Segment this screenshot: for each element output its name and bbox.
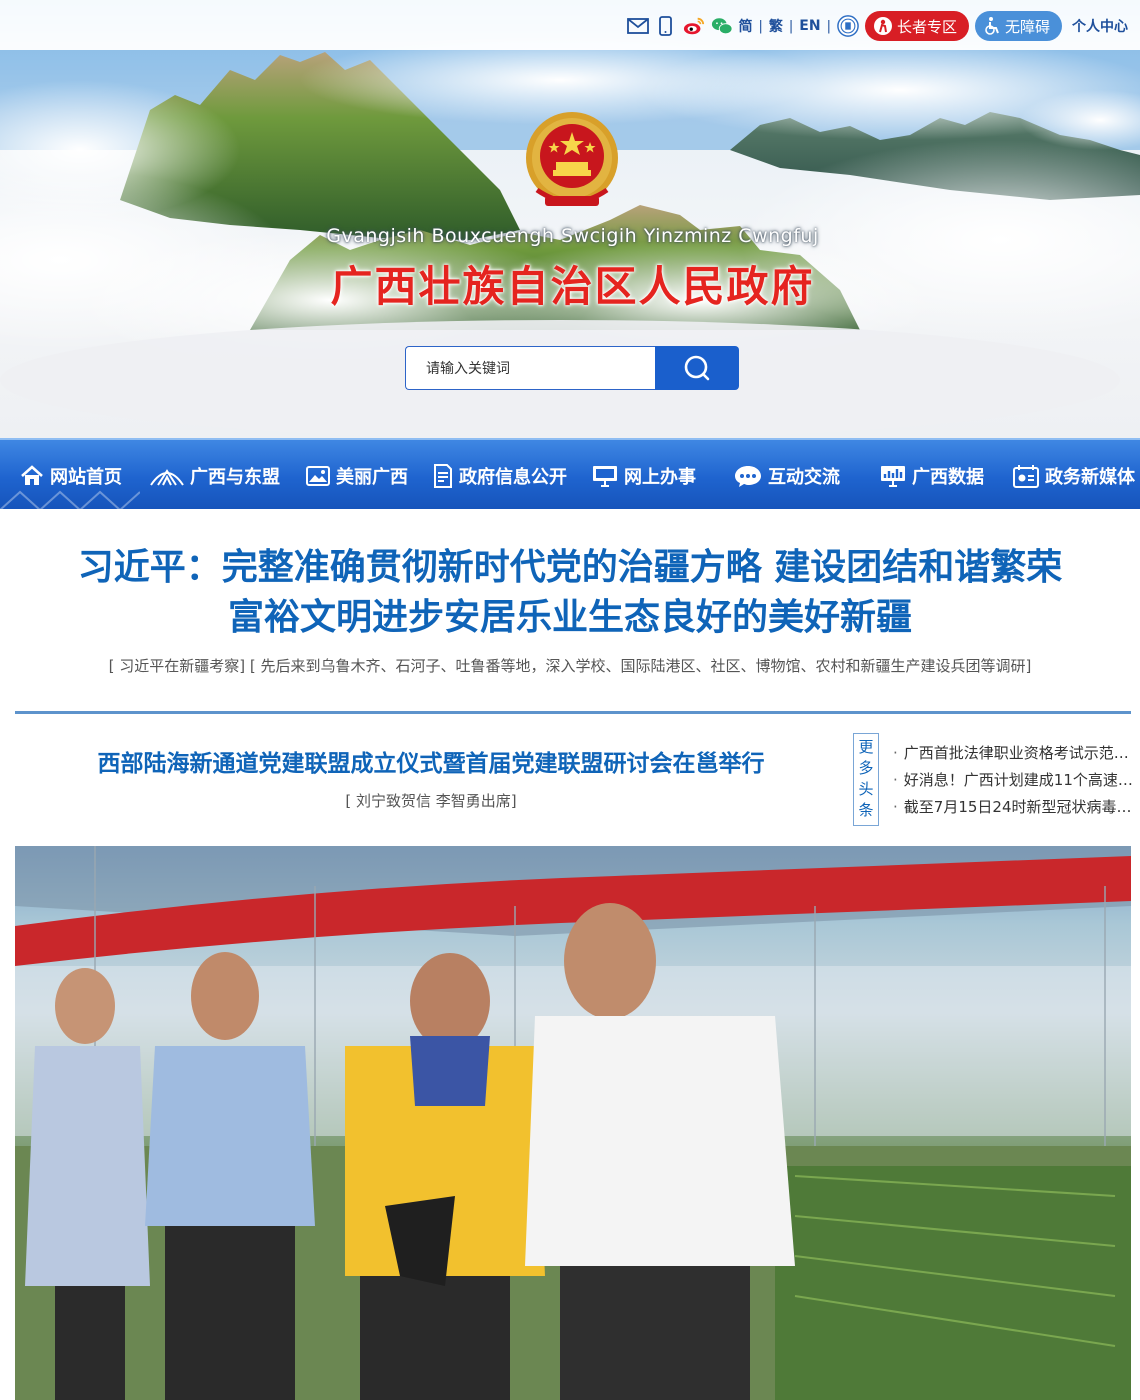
home-icon (21, 464, 43, 485)
lang-traditional-link[interactable]: 繁 (769, 16, 783, 36)
nav-item-label: 广西与东盟 (190, 466, 280, 488)
elderly-icon (873, 17, 892, 35)
national-emblem-icon (526, 112, 618, 206)
news-photo-scene (15, 846, 1131, 1400)
landmark-icon (150, 468, 184, 486)
separator: | (788, 18, 794, 34)
nav-item-gov-info[interactable]: 政府信息公开 (433, 440, 567, 511)
more-headlines-link[interactable]: 更多头条 (853, 733, 879, 826)
weibo-icon[interactable] (683, 15, 705, 37)
search-button[interactable] (655, 346, 739, 390)
mail-icon[interactable] (626, 15, 649, 37)
media-icon (1013, 464, 1039, 488)
nav-item-label: 政务新媒体 (1045, 466, 1135, 488)
nav-item-new-media[interactable]: 政务新媒体 (1013, 440, 1135, 511)
nav-item-label: 广西数据 (912, 466, 984, 488)
personal-center-link[interactable]: 个人中心 (1072, 16, 1128, 36)
top-tools: 简 | 繁 | EN | 长者专区 无障碍 个人中心 (626, 11, 1128, 41)
search-input[interactable] (405, 346, 655, 390)
section-divider (15, 711, 1131, 714)
separator: | (758, 18, 763, 34)
separator: | (826, 18, 831, 34)
list-item[interactable]: 截至7月15日24时新型冠状病毒肺炎 (893, 796, 1133, 823)
lang-english-link[interactable]: EN (799, 18, 820, 34)
top-headline-line1[interactable]: 习近平：完整准确贯彻新时代党的治疆方略 建设团结和谐繁荣 (15, 543, 1125, 593)
top-headline[interactable]: 习近平：完整准确贯彻新时代党的治疆方略 建设团结和谐繁荣 富裕文明进步安居乐业生… (15, 543, 1125, 643)
elderly-zone-button[interactable]: 长者专区 (864, 11, 969, 41)
nav-item-label: 网上办事 (624, 466, 696, 488)
nav-item-online-service[interactable]: 网上办事 (592, 440, 696, 511)
list-item[interactable]: 好消息！广西计划建成11个高速公路 (893, 769, 1133, 796)
accessibility-button[interactable]: 无障碍 (974, 11, 1062, 41)
nav-item-home[interactable]: 网站首页 (20, 440, 122, 511)
site-subtitle: Gvangjsih Bouxcuengh Swcigih Yinzminz Cw… (326, 225, 819, 247)
chat-icon (735, 465, 761, 487)
top-headline-line2[interactable]: 富裕文明进步安居乐业生态良好的美好新疆 (15, 593, 1125, 643)
data-chart-icon (881, 465, 905, 487)
wechat-icon[interactable] (711, 15, 733, 37)
site-banner: 简 | 繁 | EN | 长者专区 无障碍 个人中心 Gvangjsih Bou… (0, 0, 1140, 438)
nav-item-guangxi-data[interactable]: 广西数据 (880, 440, 984, 511)
list-item[interactable]: 广西首批法律职业资格考试示范考场 (893, 742, 1133, 769)
wheelchair-icon (985, 17, 999, 35)
featured-news-photo[interactable] (15, 846, 1131, 1400)
site-title: 广西壮族自治区人民政府 (330, 262, 815, 311)
lang-simplified-link[interactable]: 简 (739, 16, 753, 36)
elderly-zone-label: 长者专区 (896, 17, 957, 36)
search-bar (405, 346, 739, 390)
nav-item-label: 网站首页 (50, 466, 122, 488)
nav-item-beautiful-guangxi[interactable]: 美丽广西 (306, 440, 408, 511)
gov-service-icon[interactable] (837, 15, 859, 37)
nav-item-interaction[interactable]: 互动交流 (734, 440, 840, 511)
mobile-icon[interactable] (655, 15, 677, 37)
monitor-icon (593, 465, 617, 487)
nav-item-label: 美丽广西 (336, 466, 408, 488)
second-headline[interactable]: 西部陆海新通道党建联盟成立仪式暨首届党建联盟研讨会在邕举行 (15, 744, 847, 778)
main-navigation: 网站首页 广西与东盟 美丽广西 政府信息公开 网上办事 互动交流 广西数据 政务… (0, 438, 1140, 511)
second-headline-subtitle[interactable]: [ 刘宁致贺信 李智勇出席] (15, 790, 847, 811)
headlines-list: 广西首批法律职业资格考试示范考场 好消息！广西计划建成11个高速公路 截至7月1… (893, 742, 1133, 823)
search-icon (684, 355, 710, 381)
top-headline-subtitle[interactable]: [ 习近平在新疆考察] [ 先后来到乌鲁木齐、石河子、吐鲁番等地，深入学校、国际… (15, 655, 1125, 676)
nav-item-guangxi-asean[interactable]: 广西与东盟 (150, 440, 280, 511)
nav-item-label: 互动交流 (768, 466, 840, 488)
picture-icon (306, 465, 330, 486)
nav-item-label: 政府信息公开 (459, 466, 567, 488)
accessibility-label: 无障碍 (1004, 17, 1050, 36)
document-icon (434, 463, 452, 488)
